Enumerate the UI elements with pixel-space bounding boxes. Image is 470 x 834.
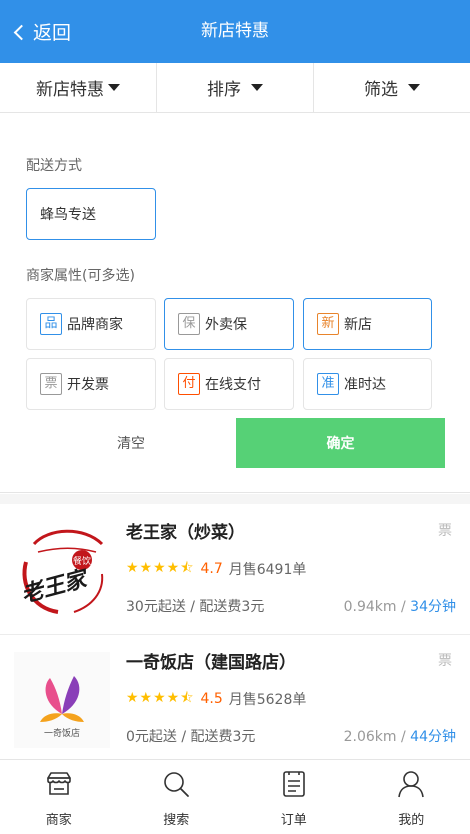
- caret-down-icon: [108, 84, 120, 91]
- distance: 2.06km /: [343, 729, 411, 745]
- attr-option-brand[interactable]: 品 品牌商家: [26, 298, 156, 350]
- delivery-fee: 0元起送 / 配送费3元: [126, 729, 256, 745]
- laowangjia-logo-icon: 餐饮 老王家: [18, 529, 104, 614]
- rating-score: 4.7: [200, 561, 223, 577]
- rating-stars-icon: ★★★★⯪: [126, 690, 195, 706]
- rating-score: 4.5: [200, 691, 223, 707]
- confirm-button[interactable]: 确定: [236, 418, 445, 468]
- attr-option-online-pay[interactable]: 付 在线支付: [164, 358, 294, 410]
- distance-time: 2.06km / 44分钟: [344, 726, 456, 746]
- monthly-sales: 月售5628单: [228, 692, 307, 708]
- attr-label: 准时达: [344, 377, 386, 393]
- attr-option-new-store[interactable]: 新 新店: [303, 298, 432, 350]
- attr-label: 新店: [344, 317, 372, 333]
- rating-row: ★★★★⯪ 4.5 月售5628单: [126, 687, 306, 711]
- bottom-tab-bar: 商家 搜索 订单 我的: [0, 759, 470, 834]
- delivery-time: 44分钟: [410, 729, 456, 745]
- logo-text: 老王家: [18, 565, 91, 608]
- delivery-time: 34分钟: [410, 599, 456, 615]
- clear-button[interactable]: 清空: [26, 418, 236, 468]
- tab-profile[interactable]: 我的: [353, 760, 470, 834]
- section-divider: [0, 494, 470, 504]
- tab-shops[interactable]: 商家: [0, 760, 118, 834]
- shop-name: 老王家（炒菜）: [126, 523, 245, 543]
- shop-icon: [46, 772, 71, 795]
- filter-tab-filter[interactable]: 筛选: [314, 63, 470, 112]
- search-icon: [164, 772, 190, 797]
- filter-bar: 新店特惠 排序 筛选: [0, 63, 470, 113]
- attr-label: 外卖保: [205, 317, 247, 333]
- shop-list-item[interactable]: 一奇饭店 一奇饭店（建国路店） 票 ★★★★⯪ 4.5 月售5628单 0元起送…: [0, 635, 470, 765]
- distance-time: 0.94km / 34分钟: [344, 596, 456, 616]
- attr-label: 开发票: [67, 377, 109, 393]
- order-icon: [282, 771, 305, 797]
- tab-label: 我的: [398, 813, 425, 828]
- attr-option-invoice[interactable]: 票 开发票: [26, 358, 156, 410]
- attrs-section-title: 商家属性(可多选): [26, 268, 135, 284]
- delivery-option-fengniao[interactable]: 蜂鸟专送: [26, 188, 156, 240]
- delivery-option-label: 蜂鸟专送: [40, 207, 96, 223]
- shop-logo: 餐饮 老王家: [14, 522, 110, 618]
- delivery-fee: 30元起送 / 配送费3元: [126, 599, 265, 615]
- shop-list-item[interactable]: 餐饮 老王家 老王家（炒菜） 票 ★★★★⯪ 4.7 月售6491单 30元起送…: [0, 505, 470, 635]
- attr-option-on-time[interactable]: 准 准时达: [303, 358, 432, 410]
- attr-option-insurance[interactable]: 保 外卖保: [164, 298, 294, 350]
- shop-logo: 一奇饭店: [14, 652, 110, 748]
- tab-search[interactable]: 搜索: [118, 760, 236, 834]
- attr-label: 品牌商家: [67, 317, 123, 333]
- shop-name: 一奇饭店（建国路店）: [126, 653, 296, 673]
- attr-label: 在线支付: [205, 377, 261, 393]
- invoice-tag: 票: [438, 653, 452, 669]
- distance: 0.94km /: [343, 599, 411, 615]
- rating-row: ★★★★⯪ 4.7 月售6491单: [126, 557, 306, 581]
- filter-tab-label: 筛选: [364, 80, 398, 100]
- top-header: 返回 新店特惠: [0, 0, 470, 63]
- delivery-section-title: 配送方式: [26, 158, 82, 174]
- ontime-badge-icon: 准: [317, 373, 339, 395]
- invoice-badge-icon: 票: [40, 373, 62, 395]
- tab-orders[interactable]: 订单: [235, 760, 353, 834]
- filter-tab-label: 排序: [207, 80, 241, 100]
- pay-badge-icon: 付: [178, 373, 200, 395]
- invoice-tag: 票: [438, 523, 452, 539]
- insurance-badge-icon: 保: [178, 313, 200, 335]
- caret-down-icon: [251, 84, 263, 91]
- monthly-sales: 月售6491单: [228, 562, 307, 578]
- filter-panel: 配送方式 蜂鸟专送 商家属性(可多选) 品 品牌商家 保 外卖保 新 新店 票 …: [0, 113, 470, 493]
- rating-stars-icon: ★★★★⯪: [126, 560, 195, 576]
- new-badge-icon: 新: [317, 313, 339, 335]
- page-title: 新店特惠: [201, 21, 269, 41]
- tab-label: 商家: [45, 813, 72, 828]
- user-icon: [398, 771, 425, 798]
- yiqi-logo-icon: 一奇饭店: [14, 652, 110, 748]
- filter-tab-category[interactable]: 新店特惠: [0, 63, 157, 112]
- tab-label: 订单: [280, 813, 307, 828]
- brand-badge-icon: 品: [40, 313, 62, 335]
- filter-tab-sort[interactable]: 排序: [157, 63, 314, 112]
- caret-down-icon: [408, 84, 420, 91]
- logo-text: 一奇饭店: [44, 727, 80, 739]
- tab-label: 搜索: [163, 813, 190, 828]
- filter-tab-label: 新店特惠: [36, 80, 104, 100]
